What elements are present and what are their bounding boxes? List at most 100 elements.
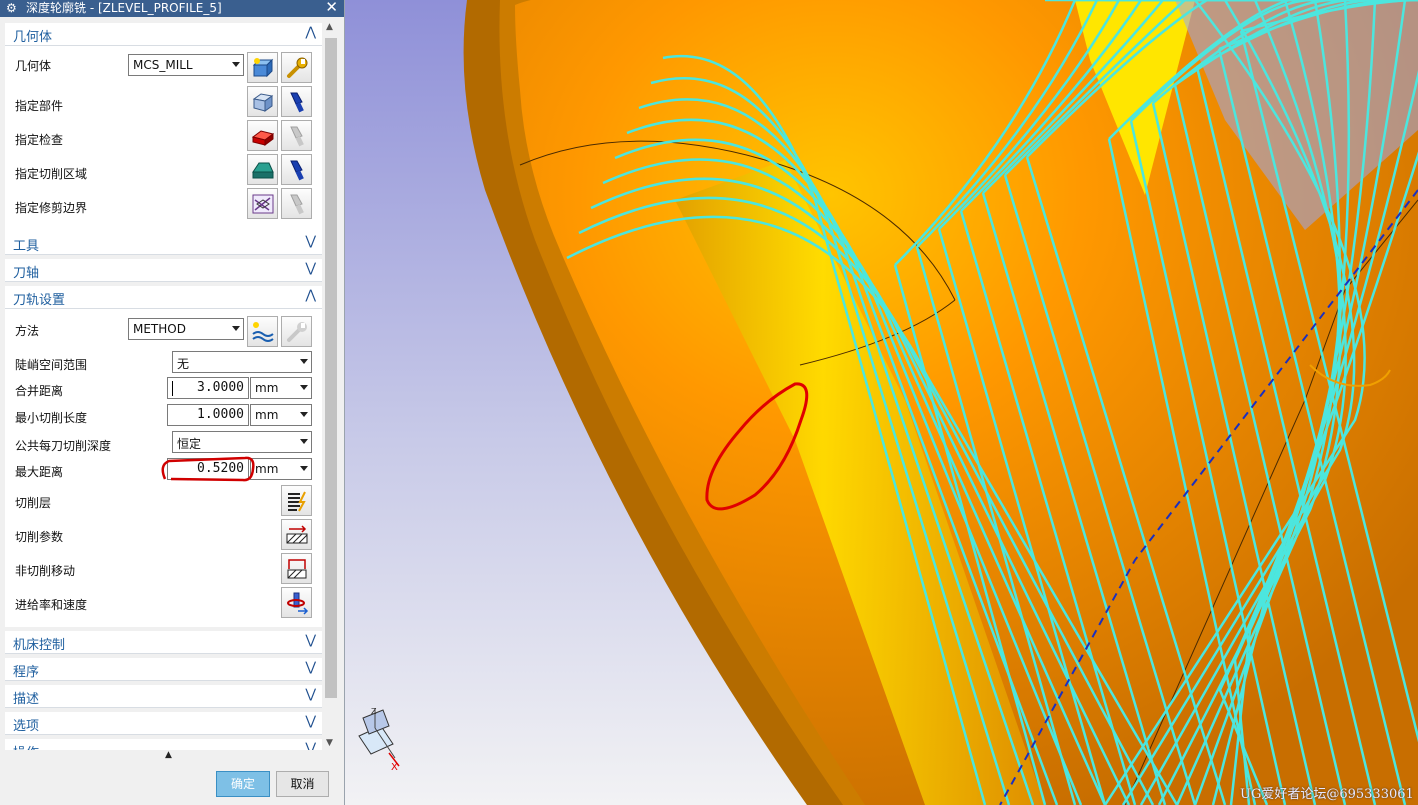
section-label: 刀轨设置 [13, 293, 66, 308]
specify-trim-boundary-label: 指定修剪边界 [15, 201, 88, 215]
chevron-down-icon: ⋁ [305, 633, 316, 648]
display-trim-boundary-button[interactable] [281, 188, 312, 219]
edit-method-button[interactable] [281, 316, 312, 347]
section-machine-control-header[interactable]: 机床控制 ⋁ [5, 631, 322, 654]
cut-levels-button[interactable] [281, 485, 312, 516]
geometry-select-value: MCS_MILL [133, 58, 193, 72]
feeds-speeds-label: 进给率和速度 [15, 598, 88, 612]
gear-icon: ⚙ [6, 1, 17, 15]
chevron-down-icon: ⋁ [305, 687, 316, 702]
unit-value: mm [255, 381, 279, 395]
feeds-speeds-icon [287, 592, 309, 615]
select-check-button[interactable] [247, 120, 278, 151]
chevron-down-icon [300, 359, 308, 364]
chevron-down-icon [300, 466, 308, 471]
merge-distance-unit[interactable]: mm [250, 377, 312, 399]
chevron-up-icon: ⋀ [305, 288, 316, 303]
min-cut-length-value: 1.0000 [197, 407, 244, 422]
check-geometry-icon [251, 130, 275, 146]
section-label: 刀轴 [13, 266, 40, 281]
geometry-select[interactable]: MCS_MILL [128, 54, 244, 76]
toolpath-scene: X Z [345, 0, 1418, 805]
dialog-titlebar[interactable]: ⚙ 深度轮廓铣 - [ZLEVEL_PROFILE_5] ✕ [0, 0, 344, 17]
section-options-header[interactable]: 选项 ⋁ [5, 712, 322, 735]
section-path-settings-body: 方法 METHOD 陡峭空间范围 无 合并距离 3.0000 mm 最小切削长度… [5, 309, 322, 627]
chevron-down-icon: ⋁ [305, 261, 316, 276]
wrench-icon [287, 57, 308, 78]
section-label: 操作 [13, 742, 39, 750]
graphics-viewport[interactable]: X Z UG爱好者论坛@695333061 [345, 0, 1418, 805]
chevron-down-icon [232, 326, 240, 331]
min-cut-length-label: 最小切削长度 [15, 411, 88, 425]
svg-text:Z: Z [371, 707, 377, 716]
scroll-down-icon[interactable]: ▼ [326, 738, 333, 748]
select-trim-boundary-button[interactable] [247, 188, 278, 219]
cut-parameters-label: 切削参数 [15, 530, 64, 544]
dialog-scrollbar[interactable]: ▲ ▼ [323, 20, 340, 750]
display-part-button[interactable] [281, 86, 312, 117]
method-select-value: METHOD [133, 322, 186, 336]
section-geometry-body: 几何体 MCS_MILL 指定部件 指定检查 指定切削区域 指定修剪边界 [5, 46, 322, 248]
method-select[interactable]: METHOD [128, 318, 244, 340]
specify-check-label: 指定检查 [15, 133, 64, 147]
edit-geometry-button[interactable] [281, 52, 312, 83]
cut-levels-label: 切削层 [15, 496, 52, 510]
geometry-label: 几何体 [15, 59, 52, 73]
display-check-button[interactable] [281, 120, 312, 151]
section-label: 描述 [13, 692, 40, 707]
cut-parameters-icon [286, 525, 308, 544]
chevron-up-icon: ⋀ [305, 25, 316, 40]
section-program-header[interactable]: 程序 ⋁ [5, 658, 322, 681]
steep-range-select[interactable]: 无 [172, 351, 312, 373]
non-cutting-moves-button[interactable] [281, 553, 312, 584]
red-highlight-ellipse [161, 456, 255, 482]
flashlight-disabled-icon [290, 126, 304, 147]
display-cut-area-button[interactable] [281, 154, 312, 185]
common-depth-label: 公共每刀切削深度 [15, 439, 112, 453]
min-cut-length-input[interactable]: 1.0000 [167, 404, 249, 426]
cancel-button[interactable]: 取消 [276, 771, 329, 797]
steep-range-value: 无 [177, 357, 190, 371]
non-cutting-moves-label: 非切削移动 [15, 564, 76, 578]
section-label: 程序 [13, 665, 40, 680]
feeds-speeds-button[interactable] [281, 587, 312, 618]
select-cut-area-button[interactable] [247, 154, 278, 185]
specify-cut-area-label: 指定切削区域 [15, 167, 88, 181]
new-geometry-icon [252, 58, 274, 78]
merge-distance-input[interactable]: 3.0000 [167, 377, 249, 399]
min-cut-length-unit[interactable]: mm [250, 404, 312, 426]
forum-watermark: UG爱好者论坛@695333061 [1240, 787, 1414, 802]
cut-levels-icon [288, 491, 306, 512]
new-geometry-button[interactable] [247, 52, 278, 83]
close-icon[interactable]: ✕ [325, 0, 338, 16]
collapse-dialog-icon[interactable]: ▲ [165, 750, 172, 760]
dialog-title: 深度轮廓铣 - [ZLEVEL_PROFILE_5] [26, 1, 222, 15]
svg-text:X: X [391, 762, 398, 773]
select-part-button[interactable] [247, 86, 278, 117]
unit-value: mm [255, 408, 279, 422]
trim-boundary-icon [252, 194, 274, 214]
cut-parameters-button[interactable] [281, 519, 312, 550]
section-geometry-header[interactable]: 几何体 ⋀ [5, 23, 322, 46]
section-actions-header[interactable]: 操作 ⋁ [5, 739, 322, 750]
chevron-down-icon [232, 62, 240, 67]
chevron-down-icon: ⋁ [305, 714, 316, 729]
scroll-up-icon[interactable]: ▲ [326, 22, 333, 32]
scrollbar-thumb[interactable] [325, 38, 337, 698]
method-label: 方法 [15, 324, 40, 338]
section-axis-header[interactable]: 刀轴 ⋁ [5, 259, 322, 282]
ok-button[interactable]: 确定 [216, 771, 270, 797]
section-path-settings-header[interactable]: 刀轨设置 ⋀ [5, 286, 322, 309]
chevron-down-icon: ⋁ [305, 741, 316, 750]
section-description-header[interactable]: 描述 ⋁ [5, 685, 322, 708]
chevron-down-icon [300, 385, 308, 390]
section-tool-header[interactable]: 工具 ⋁ [5, 232, 322, 255]
chevron-down-icon: ⋁ [305, 234, 316, 249]
non-cutting-moves-icon [287, 559, 307, 579]
new-method-button[interactable] [247, 316, 278, 347]
steep-range-label: 陡峭空间范围 [15, 358, 88, 372]
dialog-panel: 几何体 ⋀ 几何体 MCS_MILL 指定部件 指定检查 指定切削区域 指定修剪… [5, 20, 322, 750]
cut-area-icon [252, 162, 274, 179]
merge-distance-label: 合并距离 [15, 384, 64, 398]
section-label: 几何体 [13, 30, 53, 45]
